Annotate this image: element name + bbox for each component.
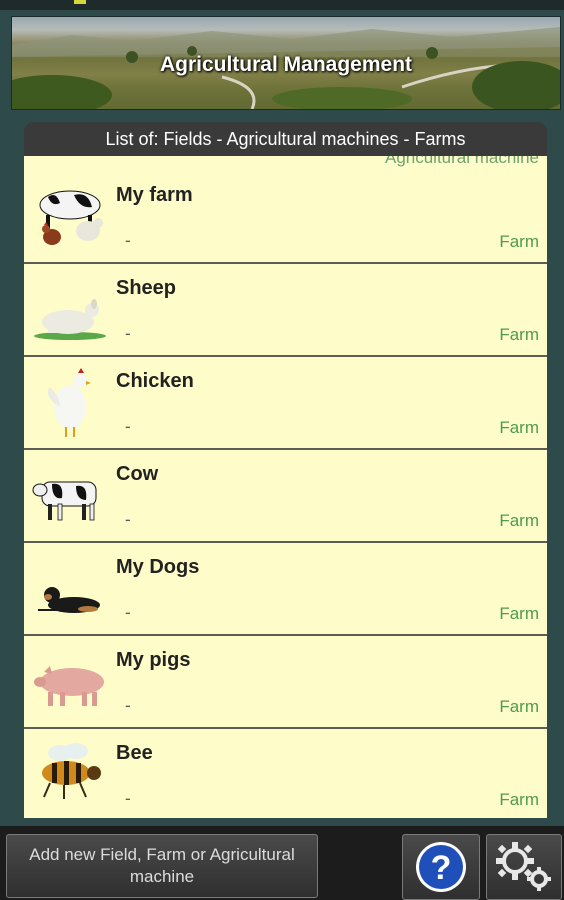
status-indicator xyxy=(74,0,86,4)
pig-icon xyxy=(34,666,104,706)
list-item-sub: - xyxy=(125,603,131,622)
list-item-name: Cow xyxy=(116,463,159,485)
list-item-sub: - xyxy=(125,417,131,436)
app-title: Agricultural Management xyxy=(159,53,413,76)
bee-icon xyxy=(42,743,101,799)
item-list-panel: List of: Fields - Agricultural machines … xyxy=(24,122,547,818)
list-item-name: My pigs xyxy=(116,649,191,671)
list-item-type: Farm xyxy=(499,790,539,809)
bottom-toolbar: Add new Field, Farm or Agricultural mach… xyxy=(0,826,564,900)
list-item[interactable]: Chicken - Farm xyxy=(24,357,547,450)
list-item-type: Farm xyxy=(499,418,539,437)
list-item-name: My Dogs xyxy=(116,556,200,578)
list-item[interactable]: Bee - Farm xyxy=(24,729,547,818)
help-icon: ? xyxy=(416,842,466,892)
list-item-type: Farm xyxy=(499,511,539,530)
list-header: List of: Fields - Agricultural machines … xyxy=(24,122,547,156)
list-item-sub: - xyxy=(125,231,131,250)
list-item-sub: - xyxy=(125,510,131,529)
list-item[interactable]: Sheep - Farm xyxy=(24,264,547,357)
settings-gears-icon xyxy=(496,842,551,891)
list-item[interactable]: My Dogs - Farm xyxy=(24,543,547,636)
svg-text:?: ? xyxy=(431,849,452,887)
list-item-sub: - xyxy=(125,789,131,808)
item-list: Agricultural machine My farm - Farm Shee… xyxy=(24,156,547,818)
list-item-type: Farm xyxy=(499,697,539,716)
header-banner: Agricultural Management xyxy=(11,16,561,110)
list-item[interactable]: My farm - Farm xyxy=(24,171,547,264)
add-new-item-button[interactable]: Add new Field, Farm or Agricultural mach… xyxy=(6,834,318,898)
list-item-type: Farm xyxy=(499,232,539,251)
list-item-name: Bee xyxy=(116,742,153,764)
settings-button[interactable] xyxy=(486,834,562,900)
list-item-name: My farm xyxy=(116,184,193,206)
list-item[interactable]: My pigs - Farm xyxy=(24,636,547,729)
farm-animals-icon xyxy=(39,190,103,245)
list-item-type: Farm xyxy=(499,325,539,344)
list-item-partial[interactable]: Agricultural machine xyxy=(24,156,547,172)
status-bar xyxy=(0,0,564,10)
chicken-icon xyxy=(47,368,91,437)
cow-icon xyxy=(32,481,97,521)
list-item-type: Farm xyxy=(499,604,539,623)
list-item-name: Sheep xyxy=(116,277,177,299)
sheep-icon xyxy=(34,299,106,340)
list-item-sub: - xyxy=(125,696,131,715)
list-item-sub: - xyxy=(125,324,131,343)
list-item[interactable]: Cow - Farm xyxy=(24,450,547,543)
help-button[interactable]: ? xyxy=(402,834,480,900)
dog-icon xyxy=(38,587,100,613)
list-item-type: Agricultural machine xyxy=(384,156,539,167)
list-item-name: Chicken xyxy=(116,370,194,392)
